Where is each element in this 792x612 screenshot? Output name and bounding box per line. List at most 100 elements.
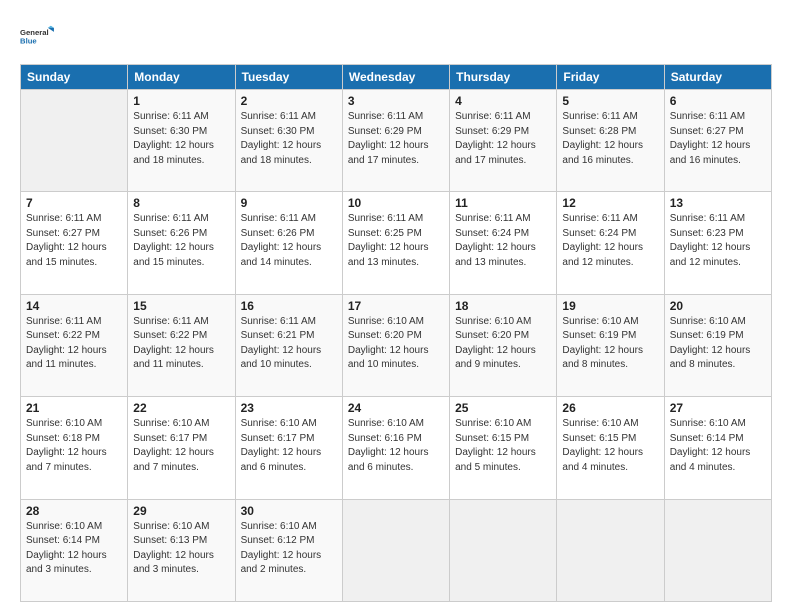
day-info: Sunrise: 6:10 AMSunset: 6:18 PMDaylight:… — [26, 417, 122, 475]
calendar-cell: 21 Sunrise: 6:10 AMSunset: 6:18 PMDayligh… — [21, 397, 128, 499]
calendar: SundayMondayTuesdayWednesdayThursdayFrid… — [20, 64, 772, 602]
calendar-week-row: 7 Sunrise: 6:11 AMSunset: 6:27 PMDaylight… — [21, 192, 772, 294]
day-number: 29 — [133, 504, 229, 518]
day-info: Sunrise: 6:10 AMSunset: 6:17 PMDaylight:… — [241, 417, 337, 475]
day-number: 16 — [241, 299, 337, 313]
calendar-cell: 9 Sunrise: 6:11 AMSunset: 6:26 PMDaylight… — [235, 192, 342, 294]
day-info: Sunrise: 6:10 AMSunset: 6:14 PMDaylight:… — [26, 520, 122, 578]
calendar-cell: 23 Sunrise: 6:10 AMSunset: 6:17 PMDayligh… — [235, 397, 342, 499]
day-number: 28 — [26, 504, 122, 518]
calendar-cell: 24 Sunrise: 6:10 AMSunset: 6:16 PMDayligh… — [342, 397, 449, 499]
day-number: 24 — [348, 401, 444, 415]
calendar-cell: 18 Sunrise: 6:10 AMSunset: 6:20 PMDayligh… — [450, 294, 557, 396]
day-info: Sunrise: 6:10 AMSunset: 6:19 PMDaylight:… — [562, 315, 658, 373]
day-info: Sunrise: 6:10 AMSunset: 6:13 PMDaylight:… — [133, 520, 229, 578]
calendar-week-row: 1Sunrise: 6:11 AMSunset: 6:30 PMDaylight… — [21, 90, 772, 192]
calendar-cell — [450, 499, 557, 601]
day-info: Sunrise: 6:11 AMSunset: 6:22 PMDaylight:… — [26, 315, 122, 373]
day-info: Sunrise: 6:11 AMSunset: 6:22 PMDaylight:… — [133, 315, 229, 373]
calendar-cell: 30Sunrise: 6:10 AMSunset: 6:12 PMDayligh… — [235, 499, 342, 601]
day-number: 14 — [26, 299, 122, 313]
day-info: Sunrise: 6:11 AMSunset: 6:26 PMDaylight:… — [133, 212, 229, 270]
day-info: Sunrise: 6:10 AMSunset: 6:17 PMDaylight:… — [133, 417, 229, 475]
day-number: 23 — [241, 401, 337, 415]
day-of-week-header: Wednesday — [342, 65, 449, 90]
day-number: 17 — [348, 299, 444, 313]
logo-icon: GeneralBlue — [20, 18, 56, 54]
calendar-cell: 19Sunrise: 6:10 AMSunset: 6:19 PMDayligh… — [557, 294, 664, 396]
day-info: Sunrise: 6:11 AMSunset: 6:26 PMDaylight:… — [241, 212, 337, 270]
calendar-cell: 16Sunrise: 6:11 AMSunset: 6:21 PMDayligh… — [235, 294, 342, 396]
calendar-week-row: 14 Sunrise: 6:11 AMSunset: 6:22 PMDayligh… — [21, 294, 772, 396]
day-info: Sunrise: 6:10 AMSunset: 6:15 PMDaylight:… — [562, 417, 658, 475]
calendar-cell — [342, 499, 449, 601]
day-info: Sunrise: 6:11 AMSunset: 6:30 PMDaylight:… — [241, 110, 337, 168]
day-number: 18 — [455, 299, 551, 313]
calendar-cell — [21, 90, 128, 192]
day-number: 11 — [455, 196, 551, 210]
page: GeneralBlue SundayMondayTuesdayWednesday… — [0, 0, 792, 612]
day-number: 22 — [133, 401, 229, 415]
day-number: 5 — [562, 94, 658, 108]
calendar-week-row: 28 Sunrise: 6:10 AMSunset: 6:14 PMDayligh… — [21, 499, 772, 601]
calendar-week-row: 21 Sunrise: 6:10 AMSunset: 6:18 PMDayligh… — [21, 397, 772, 499]
day-number: 2 — [241, 94, 337, 108]
day-number: 26 — [562, 401, 658, 415]
calendar-cell: 10 Sunrise: 6:11 AMSunset: 6:25 PMDayligh… — [342, 192, 449, 294]
day-number: 12 — [562, 196, 658, 210]
day-number: 21 — [26, 401, 122, 415]
calendar-cell: 20 Sunrise: 6:10 AMSunset: 6:19 PMDayligh… — [664, 294, 771, 396]
calendar-cell: 22 Sunrise: 6:10 AMSunset: 6:17 PMDayligh… — [128, 397, 235, 499]
calendar-cell: 3 Sunrise: 6:11 AMSunset: 6:29 PMDaylight… — [342, 90, 449, 192]
calendar-cell: 5Sunrise: 6:11 AMSunset: 6:28 PMDaylight… — [557, 90, 664, 192]
day-info: Sunrise: 6:10 AMSunset: 6:20 PMDaylight:… — [455, 315, 551, 373]
day-number: 13 — [670, 196, 766, 210]
header: GeneralBlue — [20, 18, 772, 54]
day-of-week-header: Tuesday — [235, 65, 342, 90]
day-number: 15 — [133, 299, 229, 313]
calendar-cell: 4 Sunrise: 6:11 AMSunset: 6:29 PMDaylight… — [450, 90, 557, 192]
day-info: Sunrise: 6:11 AMSunset: 6:29 PMDaylight:… — [348, 110, 444, 168]
calendar-cell: 2 Sunrise: 6:11 AMSunset: 6:30 PMDaylight… — [235, 90, 342, 192]
calendar-cell — [664, 499, 771, 601]
day-info: Sunrise: 6:11 AMSunset: 6:25 PMDaylight:… — [348, 212, 444, 270]
calendar-cell: 7 Sunrise: 6:11 AMSunset: 6:27 PMDaylight… — [21, 192, 128, 294]
calendar-cell: 17 Sunrise: 6:10 AMSunset: 6:20 PMDayligh… — [342, 294, 449, 396]
day-number: 27 — [670, 401, 766, 415]
day-number: 3 — [348, 94, 444, 108]
calendar-cell: 26 Sunrise: 6:10 AMSunset: 6:15 PMDayligh… — [557, 397, 664, 499]
day-info: Sunrise: 6:10 AMSunset: 6:15 PMDaylight:… — [455, 417, 551, 475]
calendar-cell: 14 Sunrise: 6:11 AMSunset: 6:22 PMDayligh… — [21, 294, 128, 396]
day-info: Sunrise: 6:11 AMSunset: 6:30 PMDaylight:… — [133, 110, 229, 168]
calendar-cell: 27 Sunrise: 6:10 AMSunset: 6:14 PMDayligh… — [664, 397, 771, 499]
day-number: 4 — [455, 94, 551, 108]
day-number: 6 — [670, 94, 766, 108]
day-info: Sunrise: 6:10 AMSunset: 6:16 PMDaylight:… — [348, 417, 444, 475]
day-info: Sunrise: 6:10 AMSunset: 6:20 PMDaylight:… — [348, 315, 444, 373]
day-info: Sunrise: 6:11 AMSunset: 6:24 PMDaylight:… — [562, 212, 658, 270]
calendar-cell: 25Sunrise: 6:10 AMSunset: 6:15 PMDayligh… — [450, 397, 557, 499]
calendar-cell: 1Sunrise: 6:11 AMSunset: 6:30 PMDaylight… — [128, 90, 235, 192]
day-of-week-header: Monday — [128, 65, 235, 90]
day-of-week-header: Friday — [557, 65, 664, 90]
day-of-week-header: Sunday — [21, 65, 128, 90]
calendar-cell: 13 Sunrise: 6:11 AMSunset: 6:23 PMDayligh… — [664, 192, 771, 294]
day-number: 7 — [26, 196, 122, 210]
day-of-week-header: Thursday — [450, 65, 557, 90]
day-info: Sunrise: 6:11 AMSunset: 6:29 PMDaylight:… — [455, 110, 551, 168]
day-number: 8 — [133, 196, 229, 210]
calendar-cell: 8 Sunrise: 6:11 AMSunset: 6:26 PMDaylight… — [128, 192, 235, 294]
calendar-cell: 6 Sunrise: 6:11 AMSunset: 6:27 PMDaylight… — [664, 90, 771, 192]
day-number: 9 — [241, 196, 337, 210]
day-number: 20 — [670, 299, 766, 313]
day-info: Sunrise: 6:11 AMSunset: 6:23 PMDaylight:… — [670, 212, 766, 270]
day-number: 10 — [348, 196, 444, 210]
day-info: Sunrise: 6:10 AMSunset: 6:19 PMDaylight:… — [670, 315, 766, 373]
calendar-cell: 15 Sunrise: 6:11 AMSunset: 6:22 PMDayligh… — [128, 294, 235, 396]
day-info: Sunrise: 6:11 AMSunset: 6:27 PMDaylight:… — [670, 110, 766, 168]
day-info: Sunrise: 6:11 AMSunset: 6:24 PMDaylight:… — [455, 212, 551, 270]
day-info: Sunrise: 6:10 AMSunset: 6:14 PMDaylight:… — [670, 417, 766, 475]
day-info: Sunrise: 6:11 AMSunset: 6:27 PMDaylight:… — [26, 212, 122, 270]
calendar-cell: 29 Sunrise: 6:10 AMSunset: 6:13 PMDayligh… — [128, 499, 235, 601]
svg-text:General: General — [20, 28, 49, 37]
